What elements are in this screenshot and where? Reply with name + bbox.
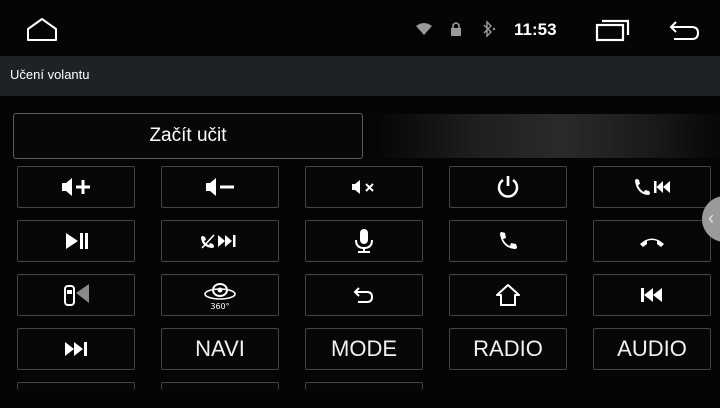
camera-360-icon: 360° (204, 283, 236, 311)
page-title: Učení volantu (10, 67, 90, 82)
previous-track-button[interactable] (593, 274, 711, 316)
chevron-left-icon: ‹ (708, 208, 714, 228)
status-glow-bar (372, 114, 720, 158)
camera-360-label: 360° (210, 302, 229, 311)
return-button[interactable] (305, 274, 423, 316)
status-bar: 11:53 (0, 0, 720, 56)
call-previous-icon (635, 179, 670, 195)
radio-button[interactable]: RADIO (449, 328, 567, 370)
start-learning-button[interactable]: Začít učit (13, 113, 363, 159)
next-track-button[interactable] (17, 328, 135, 370)
volume-down-icon (206, 178, 234, 196)
parking-sensor-icon (64, 284, 89, 306)
volume-down-button[interactable] (161, 166, 279, 208)
hangup-next-icon (201, 234, 236, 249)
end-call-button[interactable] (593, 220, 711, 262)
clock-time: 11:53 (514, 20, 557, 39)
steering-learning-panel: Začít učit 360° NAVI MODE RADIO AUDIO ‹ (0, 96, 720, 408)
back-icon[interactable] (664, 16, 704, 44)
power-icon (497, 176, 519, 198)
home-icon (496, 284, 520, 306)
partial-key[interactable] (305, 382, 423, 390)
bluetooth-icon (478, 19, 498, 39)
parking-sensor-button[interactable] (17, 274, 135, 316)
partial-key[interactable] (17, 382, 135, 390)
camera-360-button[interactable]: 360° (161, 274, 279, 316)
recent-apps-icon[interactable] (592, 16, 634, 44)
volume-up-button[interactable] (17, 166, 135, 208)
hangup-icon (640, 238, 664, 247)
mute-icon (352, 180, 374, 194)
navi-button[interactable]: NAVI (161, 328, 279, 370)
play-pause-button[interactable] (17, 220, 135, 262)
lock-icon (449, 20, 463, 38)
previous-track-icon (641, 288, 662, 302)
answer-call-button[interactable] (449, 220, 567, 262)
mode-button[interactable]: MODE (305, 328, 423, 370)
home-button[interactable] (449, 274, 567, 316)
audio-button[interactable]: AUDIO (593, 328, 711, 370)
next-track-icon (65, 342, 87, 356)
volume-up-icon (62, 178, 90, 196)
wifi-icon (414, 20, 434, 38)
hangup-next-button[interactable] (161, 220, 279, 262)
microphone-icon (355, 229, 373, 253)
call-previous-button[interactable] (593, 166, 711, 208)
play-pause-icon (66, 233, 88, 249)
phone-icon (500, 232, 517, 249)
power-button[interactable] (449, 166, 567, 208)
return-icon (353, 287, 374, 303)
voice-button[interactable] (305, 220, 423, 262)
mute-button[interactable] (305, 166, 423, 208)
home-icon[interactable] (22, 14, 62, 44)
partial-key[interactable] (161, 382, 279, 390)
title-bar: Učení volantu (0, 56, 720, 96)
